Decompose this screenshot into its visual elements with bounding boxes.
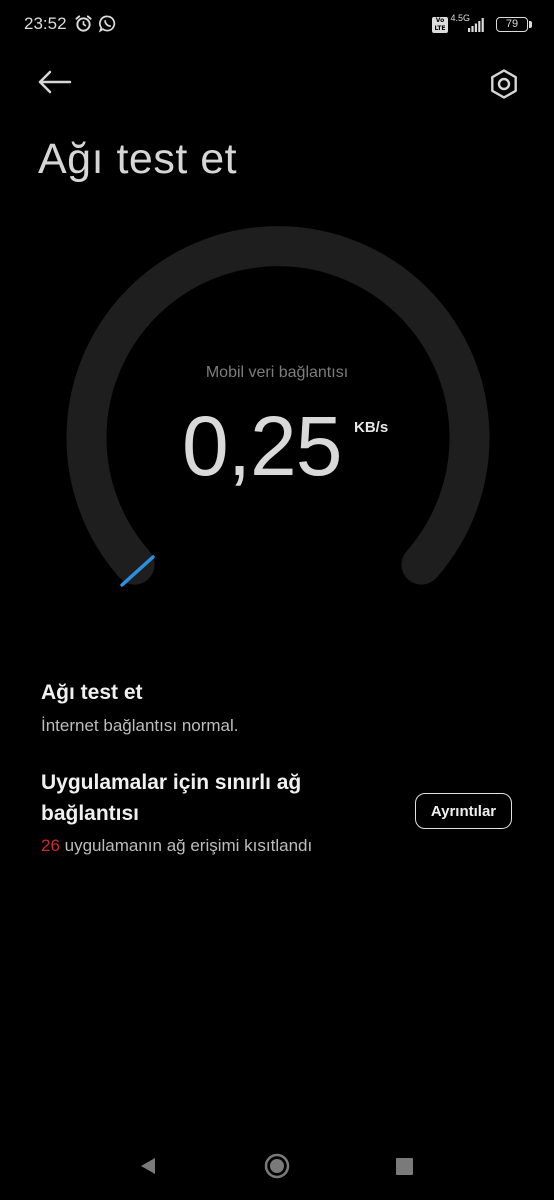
network-test-title: Ağı test et xyxy=(41,681,143,704)
speed-value: 0,25 xyxy=(182,399,342,493)
signal-strength-icon xyxy=(468,18,484,32)
settings-button[interactable] xyxy=(484,64,524,104)
restricted-apps-count: 26 xyxy=(41,836,60,855)
speed-unit: KB/s xyxy=(354,419,389,436)
status-time: 23:52 xyxy=(24,14,67,33)
restricted-apps-summary: 26 uygulamanın ağ erişimi kısıtlandı xyxy=(41,836,312,856)
details-button[interactable]: Ayrıntılar xyxy=(415,793,512,829)
whatsapp-icon xyxy=(98,15,116,33)
restricted-apps-title-line2: bağlantısı xyxy=(41,802,140,825)
battery-indicator: 79 xyxy=(496,17,528,32)
gear-icon xyxy=(491,69,517,99)
restricted-apps-title: Uygulamalar için sınırlı ağ bağlantısı xyxy=(41,767,301,829)
arrow-left-icon xyxy=(38,70,72,94)
gauge-label: Mobil veri bağlantısı xyxy=(205,364,349,381)
battery-tip xyxy=(529,21,532,28)
alarm-clock-icon xyxy=(75,15,92,32)
page-title: Ağı test et xyxy=(38,135,238,183)
volte-icon: Vo LTE xyxy=(432,17,448,33)
restricted-apps-title-line1: Uygulamalar için sınırlı ağ xyxy=(41,771,302,794)
network-test-status: İnternet bağlantısı normal. xyxy=(41,716,239,735)
status-bar: 23:52 Vo LTE 4.5G 79 xyxy=(0,0,554,50)
back-button[interactable] xyxy=(34,64,78,100)
triangle-back-icon[interactable] xyxy=(139,1157,157,1175)
circle-home-icon[interactable] xyxy=(264,1153,290,1179)
square-recents-icon[interactable] xyxy=(396,1158,413,1175)
restricted-apps-suffix: uygulamanın ağ erişimi kısıtlandı xyxy=(59,836,313,855)
